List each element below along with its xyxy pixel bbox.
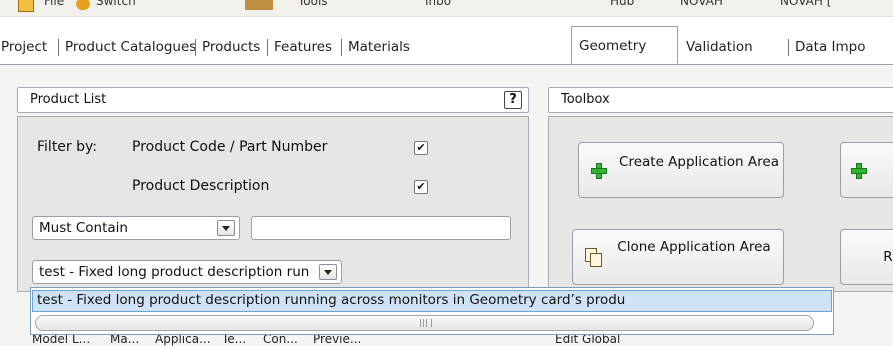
partial-button[interactable]: R — [840, 229, 893, 285]
tab-products[interactable]: Products — [202, 30, 260, 64]
product-select[interactable]: test - Fixed long product description ru… — [32, 260, 342, 284]
toolbar-user-2[interactable]: NOVAH [ — [780, 0, 831, 8]
product-dropdown-list[interactable]: test - Fixed long product description ru… — [30, 287, 834, 335]
match-mode-value: Must Contain — [39, 220, 128, 236]
toolbar-inbox[interactable]: Inbo — [425, 0, 451, 8]
scrollbar-grip-icon[interactable] — [419, 319, 432, 327]
add-icon — [591, 163, 607, 179]
toolbox-title: Toolbox — [561, 92, 610, 107]
horizontal-scrollbar[interactable] — [35, 315, 814, 331]
chevron-down-icon[interactable] — [319, 264, 337, 280]
toolbar-tools[interactable]: Tools — [298, 0, 328, 8]
help-button[interactable]: ? — [504, 91, 522, 109]
clone-application-area-label: Clone Application Area — [617, 239, 771, 255]
chevron-down-icon[interactable] — [217, 220, 235, 236]
tab-divider — [788, 39, 789, 56]
toolbar-user-1[interactable]: NOVAH — [680, 0, 723, 8]
tab-divider — [195, 39, 196, 56]
tab-materials[interactable]: Materials — [348, 30, 410, 64]
dropdown-option[interactable]: test - Fixed long product description ru… — [32, 290, 832, 312]
toolbox-header: Toolbox — [548, 87, 893, 113]
tab-data-import[interactable]: Data Impo — [795, 30, 866, 64]
filter-product-code-label: Product Code / Part Number — [132, 139, 328, 155]
product-list-title: Product List — [30, 92, 107, 107]
filter-product-code-checkbox[interactable]: ✔ — [414, 141, 428, 155]
create-application-area-button[interactable]: Create Application Area — [578, 142, 784, 198]
toolbar-switch[interactable]: Switch — [96, 0, 136, 8]
clone-application-area-button[interactable]: Clone Application Area — [572, 229, 784, 285]
tab-product-catalogues[interactable]: Product Catalogues — [65, 30, 196, 64]
add-icon — [851, 163, 867, 179]
tab-features[interactable]: Features — [274, 30, 332, 64]
folder-icon — [18, 0, 34, 12]
partial-button-label: R — [883, 249, 893, 265]
filter-product-description-checkbox[interactable]: ✔ — [414, 180, 428, 194]
tab-project[interactable]: Project — [1, 30, 47, 64]
toolbar-hub[interactable]: Hub — [610, 0, 634, 8]
filter-by-label: Filter by: — [37, 139, 97, 155]
main-toolbar: File Switch Tools Inbo Hub NOVAH NOVAH [ — [0, 0, 893, 17]
tools-icon — [245, 0, 273, 10]
tab-divider — [341, 39, 342, 56]
tab-divider — [267, 39, 268, 56]
tab-geometry[interactable]: Geometry — [571, 26, 678, 64]
product-select-value: test - Fixed long product description ru… — [39, 264, 309, 280]
tab-divider — [58, 39, 59, 56]
tab-validation[interactable]: Validation — [686, 30, 753, 64]
filter-text-input[interactable] — [251, 216, 511, 240]
add-partial-button[interactable] — [840, 142, 893, 198]
copy-icon — [585, 248, 602, 267]
create-application-area-label: Create Application Area — [619, 154, 779, 170]
toolbar-file[interactable]: File — [44, 0, 64, 8]
switch-icon — [76, 0, 90, 10]
dropdown-option-label: test - Fixed long product description ru… — [37, 292, 626, 308]
product-list-header: Product List ? — [17, 87, 529, 113]
filter-product-description-label: Product Description — [132, 178, 270, 194]
match-mode-select[interactable]: Must Contain — [32, 216, 240, 240]
main-tab-strip: Project Product Catalogues Products Feat… — [0, 26, 893, 65]
